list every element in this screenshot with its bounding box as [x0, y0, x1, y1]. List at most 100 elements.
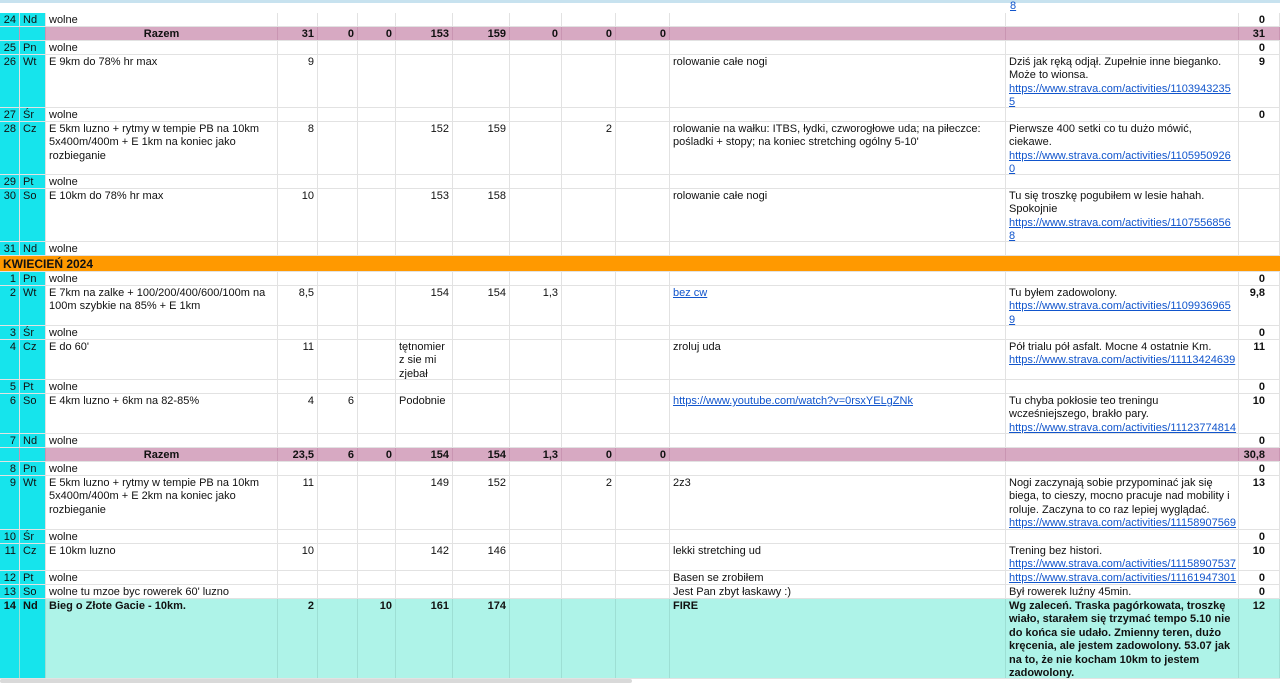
- km2-cell[interactable]: [318, 189, 358, 241]
- comment-cell[interactable]: [1006, 27, 1239, 40]
- km-cell[interactable]: [278, 571, 318, 584]
- plan-cell[interactable]: E 9km do 78% hr max: [46, 55, 278, 107]
- total-cell[interactable]: [1239, 122, 1280, 174]
- hr-avg-cell[interactable]: [396, 326, 453, 339]
- weekday-cell[interactable]: So: [20, 394, 46, 433]
- day-cell[interactable]: 8: [0, 462, 20, 475]
- plan-cell[interactable]: E 5km luzno + rytmy w tempie PB na 10km …: [46, 122, 278, 174]
- hr-max-cell[interactable]: [453, 340, 510, 379]
- km3-cell[interactable]: [358, 326, 396, 339]
- notes-cell[interactable]: [670, 448, 1006, 461]
- km-cell[interactable]: 4: [278, 394, 318, 433]
- plan-cell[interactable]: wolne: [46, 41, 278, 54]
- extra1-cell[interactable]: [510, 476, 562, 529]
- total-cell[interactable]: 0: [1239, 41, 1280, 54]
- plan-cell[interactable]: E 10km luzno: [46, 544, 278, 570]
- extra2-cell[interactable]: [562, 272, 616, 285]
- strava-link[interactable]: https://www.strava.com/activities/111134…: [1009, 354, 1235, 366]
- notes-cell[interactable]: FIRE: [670, 599, 1006, 678]
- km2-cell[interactable]: [318, 272, 358, 285]
- weekday-cell[interactable]: Pt: [20, 175, 46, 188]
- comment-cell[interactable]: [1006, 41, 1239, 54]
- km-cell[interactable]: [278, 434, 318, 447]
- extra3-cell[interactable]: [616, 585, 670, 598]
- total-cell[interactable]: 0: [1239, 530, 1280, 543]
- total-cell[interactable]: 31: [1239, 27, 1280, 40]
- extra3-cell[interactable]: [616, 599, 670, 678]
- plan-cell[interactable]: E 4km luzno + 6km na 82-85%: [46, 394, 278, 433]
- extra2-cell[interactable]: [562, 434, 616, 447]
- total-cell[interactable]: 12: [1239, 599, 1280, 678]
- extra1-cell[interactable]: [510, 530, 562, 543]
- total-cell[interactable]: 0: [1239, 585, 1280, 598]
- extra3-cell[interactable]: [616, 175, 670, 188]
- comment-cell[interactable]: [1006, 530, 1239, 543]
- strava-link[interactable]: https://www.strava.com/activities/110394…: [1009, 83, 1231, 107]
- extra2-cell[interactable]: [562, 340, 616, 379]
- extra2-cell[interactable]: [562, 189, 616, 241]
- extra2-cell[interactable]: [562, 380, 616, 393]
- total-cell[interactable]: [1239, 189, 1280, 241]
- notes-link[interactable]: bez cw: [673, 287, 707, 299]
- comment-cell[interactable]: [1006, 462, 1239, 475]
- comment-cell[interactable]: Tu się troszkę pogubiłem w lesie hahah. …: [1006, 189, 1239, 241]
- strava-link[interactable]: https://www.strava.com/activities/110993…: [1009, 300, 1231, 325]
- extra2-cell[interactable]: [562, 13, 616, 26]
- extra2-cell[interactable]: [562, 55, 616, 107]
- km3-cell[interactable]: 10: [358, 599, 396, 678]
- extra3-cell[interactable]: [616, 394, 670, 433]
- weekday-cell[interactable]: Wt: [20, 286, 46, 325]
- plan-cell[interactable]: wolne: [46, 462, 278, 475]
- weekday-cell[interactable]: Nd: [20, 13, 46, 26]
- weekday-cell[interactable]: Nd: [20, 434, 46, 447]
- km-cell[interactable]: [278, 41, 318, 54]
- extra1-cell[interactable]: [510, 380, 562, 393]
- extra2-cell[interactable]: [562, 41, 616, 54]
- extra3-cell[interactable]: [616, 55, 670, 107]
- total-cell[interactable]: 10: [1239, 394, 1280, 433]
- day-cell[interactable]: 13: [0, 585, 20, 598]
- extra2-cell[interactable]: [562, 530, 616, 543]
- weekday-cell[interactable]: So: [20, 189, 46, 241]
- hr-avg-cell[interactable]: 154: [396, 448, 453, 461]
- extra2-cell[interactable]: 2: [562, 122, 616, 174]
- weekday-cell[interactable]: [20, 27, 46, 40]
- notes-cell[interactable]: [670, 175, 1006, 188]
- day-cell[interactable]: [0, 27, 20, 40]
- weekday-cell[interactable]: Cz: [20, 340, 46, 379]
- total-cell[interactable]: 0: [1239, 272, 1280, 285]
- km-cell[interactable]: 10: [278, 189, 318, 241]
- comment-cell[interactable]: [1006, 13, 1239, 26]
- weekday-cell[interactable]: Pn: [20, 41, 46, 54]
- km-cell[interactable]: 11: [278, 340, 318, 379]
- plan-cell[interactable]: wolne: [46, 108, 278, 121]
- km2-cell[interactable]: [318, 13, 358, 26]
- extra1-cell[interactable]: [510, 571, 562, 584]
- hr-avg-cell[interactable]: [396, 434, 453, 447]
- extra2-cell[interactable]: [562, 175, 616, 188]
- hr-max-cell[interactable]: [453, 41, 510, 54]
- day-cell[interactable]: 3: [0, 326, 20, 339]
- km2-cell[interactable]: [318, 286, 358, 325]
- km3-cell[interactable]: 0: [358, 448, 396, 461]
- extra1-cell[interactable]: [510, 189, 562, 241]
- top-link-fragment[interactable]: 8: [1010, 0, 1016, 12]
- notes-cell[interactable]: Basen se zrobiłem: [670, 571, 1006, 584]
- hr-max-cell[interactable]: 158: [453, 189, 510, 241]
- hr-max-cell[interactable]: [453, 108, 510, 121]
- extra2-cell[interactable]: [562, 326, 616, 339]
- strava-link[interactable]: https://www.strava.com/activities/110755…: [1009, 217, 1231, 241]
- km2-cell[interactable]: [318, 571, 358, 584]
- notes-cell[interactable]: [670, 108, 1006, 121]
- extra2-cell[interactable]: [562, 544, 616, 570]
- notes-cell[interactable]: [670, 41, 1006, 54]
- km3-cell[interactable]: [358, 41, 396, 54]
- weekday-cell[interactable]: Cz: [20, 544, 46, 570]
- extra3-cell[interactable]: [616, 326, 670, 339]
- comment-cell[interactable]: [1006, 434, 1239, 447]
- extra1-cell[interactable]: [510, 394, 562, 433]
- weekday-cell[interactable]: Cz: [20, 122, 46, 174]
- total-cell[interactable]: 0: [1239, 462, 1280, 475]
- hr-avg-cell[interactable]: Podobnie: [396, 394, 453, 433]
- weekday-cell[interactable]: Pt: [20, 571, 46, 584]
